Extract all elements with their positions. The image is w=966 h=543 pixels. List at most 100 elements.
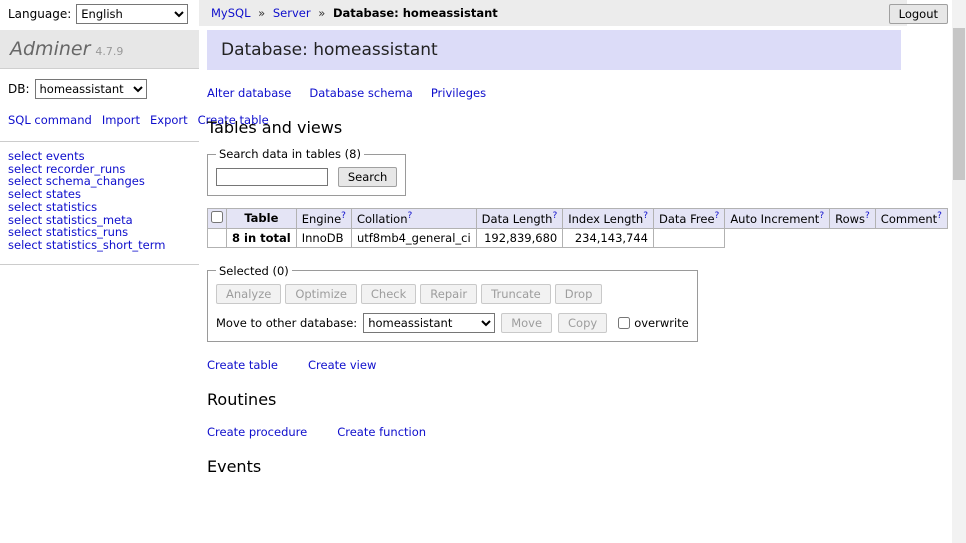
main-content: Database: homeassistant Alter database Da… xyxy=(207,26,901,543)
column-help-link[interactable]: ? xyxy=(643,211,648,221)
language-row: Language: English xyxy=(8,4,188,24)
nav-link[interactable]: Alter database xyxy=(207,86,291,100)
adminer-app: Language: English MySQL » Server » Datab… xyxy=(0,0,966,543)
total-collation-cell: utf8mb4_general_ci xyxy=(351,228,476,247)
action-button[interactable]: Check xyxy=(361,284,416,304)
breadcrumb-separator: » xyxy=(318,6,325,20)
scrollbar-thumb[interactable] xyxy=(953,28,965,180)
select-all-checkbox[interactable] xyxy=(211,211,223,223)
column-header-label: Comment xyxy=(881,212,937,226)
overwrite-label: overwrite xyxy=(634,316,689,330)
sidebar-action-link[interactable]: Export xyxy=(150,113,188,127)
routines-heading: Routines xyxy=(207,390,901,409)
sidebar-table-link[interactable]: select statistics_short_term xyxy=(8,238,165,252)
column-header-label: Data Free xyxy=(659,212,715,226)
column-header-label: Index Length xyxy=(568,212,643,226)
column-help-link[interactable]: ? xyxy=(408,211,413,221)
tables-heading: Tables and views xyxy=(207,118,901,137)
routine-link[interactable]: Create procedure xyxy=(207,425,307,439)
logout-button[interactable]: Logout xyxy=(889,4,948,24)
breadcrumb-link-mysql[interactable]: MySQL xyxy=(211,6,251,20)
search-fieldset: Search data in tables (8) Search xyxy=(207,147,406,196)
overwrite-option: overwrite xyxy=(617,316,689,330)
total-engine-cell: InnoDB xyxy=(296,228,351,247)
column-help-link[interactable]: ? xyxy=(341,211,346,221)
action-button[interactable]: Analyze xyxy=(216,284,281,304)
language-select[interactable]: English xyxy=(76,4,188,24)
search-legend: Search data in tables (8) xyxy=(216,147,364,161)
column-help-link[interactable]: ? xyxy=(552,211,557,221)
column-help-link[interactable]: ? xyxy=(865,211,870,221)
nav-link[interactable]: Database schema xyxy=(309,86,412,100)
create-link[interactable]: Create table xyxy=(207,358,278,372)
app-version: 4.7.9 xyxy=(95,45,123,58)
search-button[interactable]: Search xyxy=(338,167,398,187)
database-nav-links: Alter database Database schema Privileges xyxy=(207,86,901,100)
column-header: Data Length? xyxy=(476,209,563,229)
action-button[interactable]: Repair xyxy=(420,284,477,304)
action-button[interactable]: Optimize xyxy=(285,284,357,304)
total-index-length-cell: 234,143,744 xyxy=(563,228,654,247)
sidebar-actions: SQL commandImportExportCreate table xyxy=(0,109,199,142)
routine-links: Create procedure Create function xyxy=(207,425,901,439)
column-header: Auto Increment? xyxy=(725,209,830,229)
sidebar: Adminer 4.7.9 DB: homeassistant SQL comma… xyxy=(0,26,199,543)
selected-legend: Selected (0) xyxy=(216,264,292,278)
db-select[interactable]: homeassistant xyxy=(35,79,147,99)
selected-actions: AnalyzeOptimizeCheckRepairTruncateDrop xyxy=(216,284,689,304)
nav-link[interactable]: Privileges xyxy=(431,86,486,100)
total-empty-cell xyxy=(208,228,227,247)
routine-link[interactable]: Create function xyxy=(337,425,426,439)
sidebar-table-item: select statistics_short_term xyxy=(8,239,191,252)
create-links: Create table Create view xyxy=(207,358,901,372)
db-label: DB: xyxy=(8,82,30,96)
column-header: Comment? xyxy=(875,209,947,229)
sidebar-action-link[interactable]: SQL command xyxy=(8,113,92,127)
search-input[interactable] xyxy=(216,168,328,186)
language-label: Language: xyxy=(8,7,71,21)
total-data-free-cell xyxy=(654,228,725,247)
column-header-label: Data Length xyxy=(482,212,553,226)
app-name: Adminer xyxy=(10,38,90,60)
column-header: Table? xyxy=(227,209,297,229)
total-row: 8 in total InnoDB utf8mb4_general_ci 192… xyxy=(208,228,948,247)
events-heading: Events xyxy=(207,457,901,476)
column-help-link[interactable]: ? xyxy=(715,211,720,221)
select-all-header-cell xyxy=(208,209,227,229)
column-header-label: Collation xyxy=(357,212,408,226)
column-help-link[interactable]: ? xyxy=(937,211,942,221)
overwrite-checkbox[interactable] xyxy=(618,317,630,329)
sidebar-action-link[interactable]: Import xyxy=(102,113,140,127)
move-db-select[interactable]: homeassistant xyxy=(363,313,495,333)
column-header: Engine? xyxy=(296,209,351,229)
total-data-length-cell: 192,839,680 xyxy=(476,228,563,247)
db-selector-row: DB: homeassistant xyxy=(0,69,199,109)
breadcrumb-current: Database: homeassistant xyxy=(333,6,498,20)
column-header: Rows? xyxy=(830,209,876,229)
column-header: Data Free? xyxy=(654,209,725,229)
total-label-cell: 8 in total xyxy=(227,228,297,247)
breadcrumb-link-server[interactable]: Server xyxy=(273,6,311,20)
breadcrumb-separator: » xyxy=(258,6,265,20)
create-link[interactable]: Create view xyxy=(308,358,376,372)
column-header-label: Engine xyxy=(302,212,341,226)
tables-overview-table: Table? Engine? Collation? Data Length? I… xyxy=(207,208,948,248)
column-header-label: Auto Increment xyxy=(730,212,819,226)
column-header: Index Length? xyxy=(563,209,654,229)
adminer-title: Adminer 4.7.9 xyxy=(0,30,199,69)
column-header-label: Table xyxy=(244,211,278,225)
copy-button[interactable]: Copy xyxy=(558,313,607,333)
vertical-scrollbar[interactable] xyxy=(952,0,966,543)
move-label: Move to other database: xyxy=(216,316,357,330)
page-title: Database: homeassistant xyxy=(207,30,901,70)
column-help-link[interactable]: ? xyxy=(819,211,824,221)
move-button[interactable]: Move xyxy=(501,313,552,333)
column-header-label: Rows xyxy=(835,212,865,226)
action-button[interactable]: Drop xyxy=(555,284,603,304)
table-header-row: Table? Engine? Collation? Data Length? I… xyxy=(208,209,948,229)
move-row: Move to other database: homeassistant Mo… xyxy=(216,313,689,333)
column-header: Collation? xyxy=(351,209,476,229)
action-button[interactable]: Truncate xyxy=(481,284,551,304)
selected-fieldset: Selected (0) AnalyzeOptimizeCheckRepairT… xyxy=(207,264,698,342)
sidebar-table-list: select eventsselect recorder_runsselect … xyxy=(0,142,199,265)
